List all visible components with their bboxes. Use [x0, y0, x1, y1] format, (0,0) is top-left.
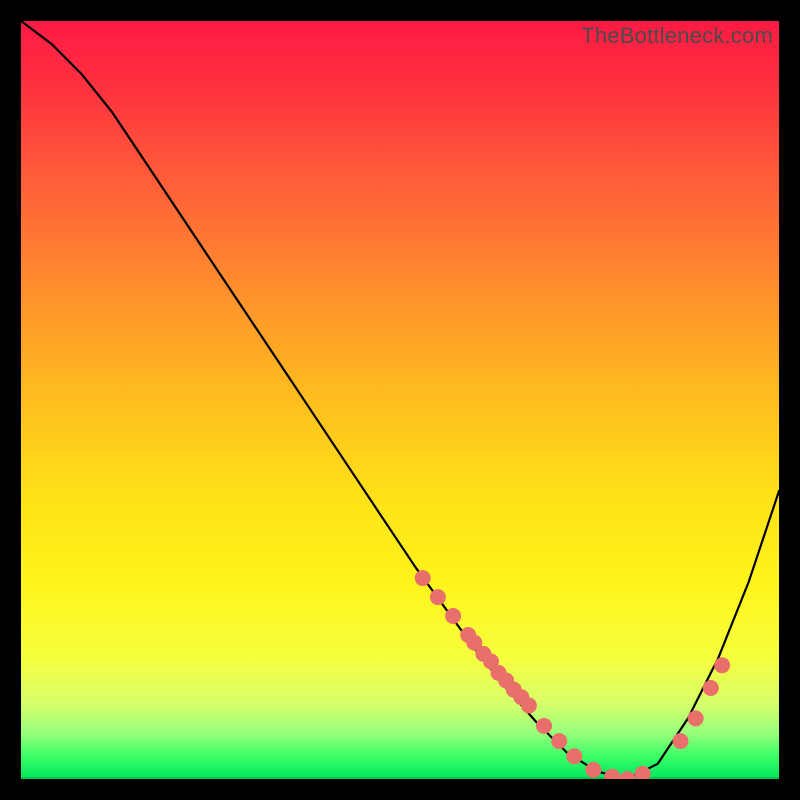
- marker-dot: [714, 657, 730, 673]
- marker-dot: [566, 748, 582, 764]
- marker-dot: [604, 769, 620, 779]
- marker-dot: [536, 718, 552, 734]
- marker-dot: [415, 570, 431, 586]
- marker-dot: [703, 680, 719, 696]
- chart-canvas: TheBottleneck.com: [21, 21, 779, 779]
- marker-dot: [688, 710, 704, 726]
- marker-dot: [585, 762, 601, 778]
- marker-dot: [551, 733, 567, 749]
- marker-dot: [445, 608, 461, 624]
- marker-dot: [430, 589, 446, 605]
- marker-dot: [521, 698, 537, 714]
- chart-svg: [21, 21, 779, 779]
- marker-group: [415, 570, 730, 779]
- bottleneck-curve: [21, 21, 779, 779]
- marker-dot: [619, 771, 635, 779]
- marker-dot: [673, 733, 689, 749]
